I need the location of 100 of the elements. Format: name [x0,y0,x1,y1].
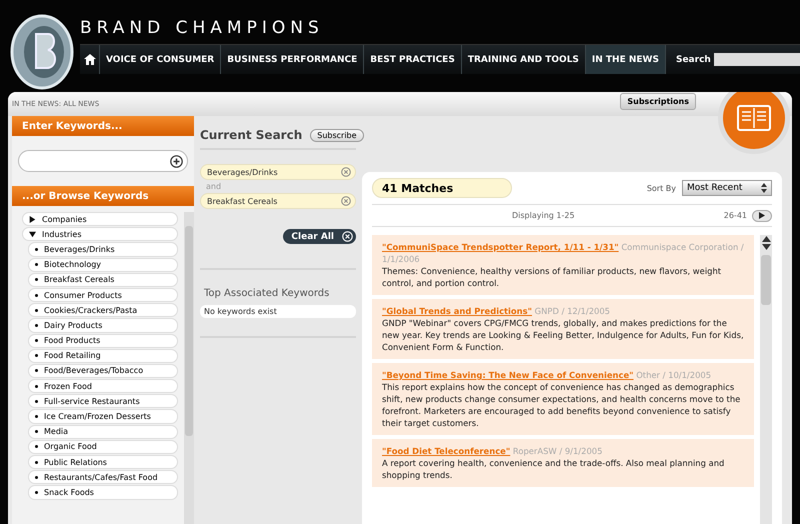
keyword-item[interactable]: Food/Beverages/Tobacco [28,364,178,378]
keyword-label: Media [44,427,68,436]
keyword-item[interactable]: Consumer Products [28,288,178,302]
scrollbar[interactable] [760,235,772,524]
next-range: 26-41 [724,211,747,220]
section-title: Current Search [200,128,302,142]
keyword-item[interactable]: Food Products [28,334,178,348]
keyword-item[interactable]: Food Retailing [28,348,178,363]
scrollbar[interactable] [184,212,194,524]
result-summary: This report explains how the concept of convenience has changed as demographics shift, new products change consumer expectations, and health concerns move to the forefront. Marketers are encouraged to add benefits beyond convenience to satisfy their target customers. [382,381,742,429]
scroll-up-icon[interactable] [762,235,770,243]
search-label: Search [676,54,711,64]
bullet-icon [35,308,38,312]
subscribe-button[interactable]: Subscribe [310,128,364,142]
result-heading: "CommuniSpace Trendspotter Report, 1/11 - 1/31" Communispace Corporation / 1/1/2006 [382,241,744,265]
bullet-icon [35,248,38,251]
keyword-label: Ice Cream/Frozen Desserts [44,412,151,422]
section-title: Top Associated Keywords [203,288,330,299]
bullet-icon [35,278,38,282]
bullet-icon [35,430,38,434]
keyword-item[interactable]: Public Relations [28,455,178,470]
search-field[interactable] [714,53,800,66]
search-term[interactable]: Breakfast Cereals [200,193,356,209]
keyword-category[interactable]: Industries [22,227,178,242]
caret-right-icon[interactable] [29,216,36,223]
keyword-label: Public Relations [44,458,107,467]
category-label: Industries [42,230,82,239]
result-heading: "Global Trends and Predictions" GNPD / 12/1/2005 [382,305,612,317]
keyword-label: Beverages/Drinks [44,244,115,254]
nav-tab[interactable]: IN THE NEWS [586,45,666,74]
keyword-item[interactable]: Snack Foods [28,485,178,500]
keyword-label: Food Retailing [44,351,101,360]
close-icon [342,231,353,242]
subscriptions-button[interactable]: Subscriptions [620,92,696,110]
connector-text: and [205,182,222,191]
result-heading: "Beyond Time Saving: The New Face of Convenience" Other / 10/1/2005 [382,369,712,381]
nav-tab[interactable]: VOICE OF CONSUMER [100,45,222,74]
keyword-item[interactable]: Beverages/Drinks [28,242,178,257]
keyword-item[interactable]: Breakfast Cereals [28,272,178,287]
scroll-thumb[interactable] [185,226,193,436]
keyword-item[interactable]: Full-service Restaurants [28,394,178,408]
next-page-button[interactable] [752,210,772,222]
remove-icon[interactable] [341,196,351,206]
nav-tab[interactable]: BUSINESS PERFORMANCE [221,45,364,74]
clear-all-button[interactable]: Clear All [283,229,356,244]
keyword-item[interactable]: Biotechnology [28,258,178,272]
remove-icon[interactable] [341,167,351,177]
play-arrow-icon [759,212,765,219]
bullet-icon [35,369,38,372]
keyword-item[interactable]: Media [28,424,178,439]
caret-down-icon[interactable] [29,230,36,238]
keyword-label: Organic Food [44,442,97,452]
keyword-label: Food/Beverages/Tobacco [44,366,144,376]
keywords-heading: Enter Keywords... [12,116,194,136]
browse-heading: ...or Browse Keywords [12,186,194,206]
result-summary: Themes: Convenience, healthy versions of familiar products, new flavors, weight control, and portion control. [382,265,722,289]
keyword-label: Food Products [44,336,100,346]
keyword-item[interactable]: Dairy Products [28,318,178,332]
keyword-label: Full-service Restaurants [44,396,140,406]
displaying-text: Displaying 1-25 [512,211,575,220]
keyword-label: Dairy Products [44,320,102,330]
keyword-label: Consumer Products [44,290,122,300]
sort-select[interactable]: Most Recent [682,180,772,196]
bullet-icon [35,339,38,342]
add-icon[interactable] [170,154,183,168]
keyword-label: Breakfast Cereals [44,275,114,284]
bullet-icon [35,294,38,297]
keyword-item[interactable]: Restaurants/Cafes/Fast Food [28,470,178,484]
keyword-category[interactable]: Companies [22,212,178,226]
keyword-field[interactable] [18,150,188,172]
keyword-label: Restaurants/Cafes/Fast Food [44,472,158,482]
scroll-down-icon[interactable] [762,243,770,251]
bullet-icon [35,263,38,266]
scroll-thumb[interactable] [761,255,771,305]
category-label: Companies [42,214,87,224]
keyword-label: Cookies/Crackers/Pasta [44,306,138,315]
search-term[interactable]: Beverages/Drinks [200,164,356,180]
keyword-item[interactable]: Cookies/Crackers/Pasta [28,303,178,318]
result-heading: "Food Diet Teleconference" RoperASW / 9/1/2005 [382,445,604,457]
keyword-label: Biotechnology [44,260,102,270]
bullet-icon [35,445,38,448]
match-count: 41 Matches [372,178,512,198]
keyword-label: Snack Foods [44,488,94,497]
nav-tab[interactable]: BEST PRACTICES [364,45,462,74]
bullet-icon [35,384,38,388]
sort-label: Sort By [646,184,676,192]
keyword-item[interactable]: Ice Cream/Frozen Desserts [28,409,178,424]
bullet-icon [35,400,38,403]
bullet-icon [35,415,38,418]
keyword-item[interactable]: Organic Food [28,440,178,454]
keyword-item[interactable]: Frozen Food [28,379,178,394]
bullet-icon [35,460,38,464]
bullet-icon [35,490,38,494]
up-down-caret-icon [761,183,767,193]
bullet-icon [35,476,38,479]
keyword-label: Frozen Food [44,382,92,391]
brand-name: BRAND CHAMPIONS [80,18,325,40]
empty-message: No keywords exist [200,305,356,318]
result-summary: GNDP "Webinar" covers CPG/FMCG trends, globally, and makes predictions for the new year. Key trends are Looking & Feeling Better, Indulgence for Adults, Fun for Kids, Convenient Form & Function. [382,317,744,353]
result-summary: A report covering health, convenience and the trade-offs. Also meal planning and shopping trends. [382,457,726,481]
